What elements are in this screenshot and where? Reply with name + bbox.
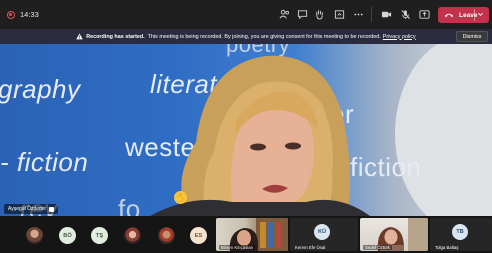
more-actions-icon[interactable] (352, 8, 364, 20)
raise-hand-icon[interactable] (313, 8, 325, 20)
banner-message: This meeting is being recorded. By joini… (147, 33, 381, 40)
participant-avatar[interactable] (158, 227, 175, 244)
main-speaker-video[interactable]: poetry literature graphy wester er - fic… (0, 44, 492, 216)
meeting-timer: 14:33 (20, 10, 39, 19)
participant-avatar[interactable]: ES (190, 227, 207, 244)
participant-avatar[interactable] (26, 227, 43, 244)
participant-avatar[interactable]: BÖ (59, 227, 76, 244)
leave-button[interactable]: Leave (438, 7, 489, 23)
people-icon[interactable] (278, 8, 290, 20)
toolbar-divider (371, 7, 372, 22)
chevron-down-icon[interactable] (477, 11, 484, 18)
dismiss-button[interactable]: Dismiss (456, 31, 488, 42)
speaker-figure (150, 55, 370, 216)
participant-video-tile[interactable]: Sedef Öztürk (360, 218, 428, 251)
recording-indicator-icon (7, 11, 15, 19)
camera-icon[interactable] (380, 8, 392, 20)
banner-title: Recording has started. (86, 33, 145, 40)
participant-avatar: TB (452, 224, 468, 240)
microphone-muted-icon[interactable] (399, 8, 411, 20)
participant-tile[interactable]: TB Tolga Baltaş (430, 218, 492, 251)
phone-hangup-icon (444, 13, 454, 18)
participant-avatar[interactable]: TŞ (91, 227, 108, 244)
participant-name: Kerem Efe Ünal (295, 245, 326, 250)
share-tray-icon[interactable] (333, 8, 345, 20)
warning-icon (76, 33, 83, 40)
chat-icon[interactable] (296, 8, 308, 20)
participant-avatar: KÜ (314, 224, 330, 240)
leave-divider (474, 9, 475, 21)
meeting-toolbar: 14:33 Leave (0, 0, 492, 29)
raised-hand-reaction-icon: ✋ (174, 191, 187, 204)
pin-icon (48, 206, 54, 212)
recording-banner: Recording has started. This meeting is b… (0, 29, 492, 44)
participant-name: Birsen Kılıçaslan (219, 245, 256, 250)
participant-tile[interactable]: KÜ Kerem Efe Ünal (290, 218, 358, 251)
share-icon[interactable] (418, 8, 430, 20)
participant-gallery: BÖ TŞ ES Birsen Kılıçaslan KÜ Kerem Efe … (0, 216, 492, 253)
speaker-name: Ayşegül Özdemir (8, 206, 46, 212)
privacy-policy-link[interactable]: Privacy policy (383, 34, 416, 40)
participant-avatar[interactable] (124, 227, 141, 244)
participant-name: Tolga Baltaş (435, 245, 459, 250)
speaker-name-tag: Ayşegül Özdemir (4, 204, 58, 214)
participant-video-tile[interactable]: Birsen Kılıçaslan (216, 218, 288, 251)
participant-name: Sedef Öztürk (363, 245, 393, 250)
